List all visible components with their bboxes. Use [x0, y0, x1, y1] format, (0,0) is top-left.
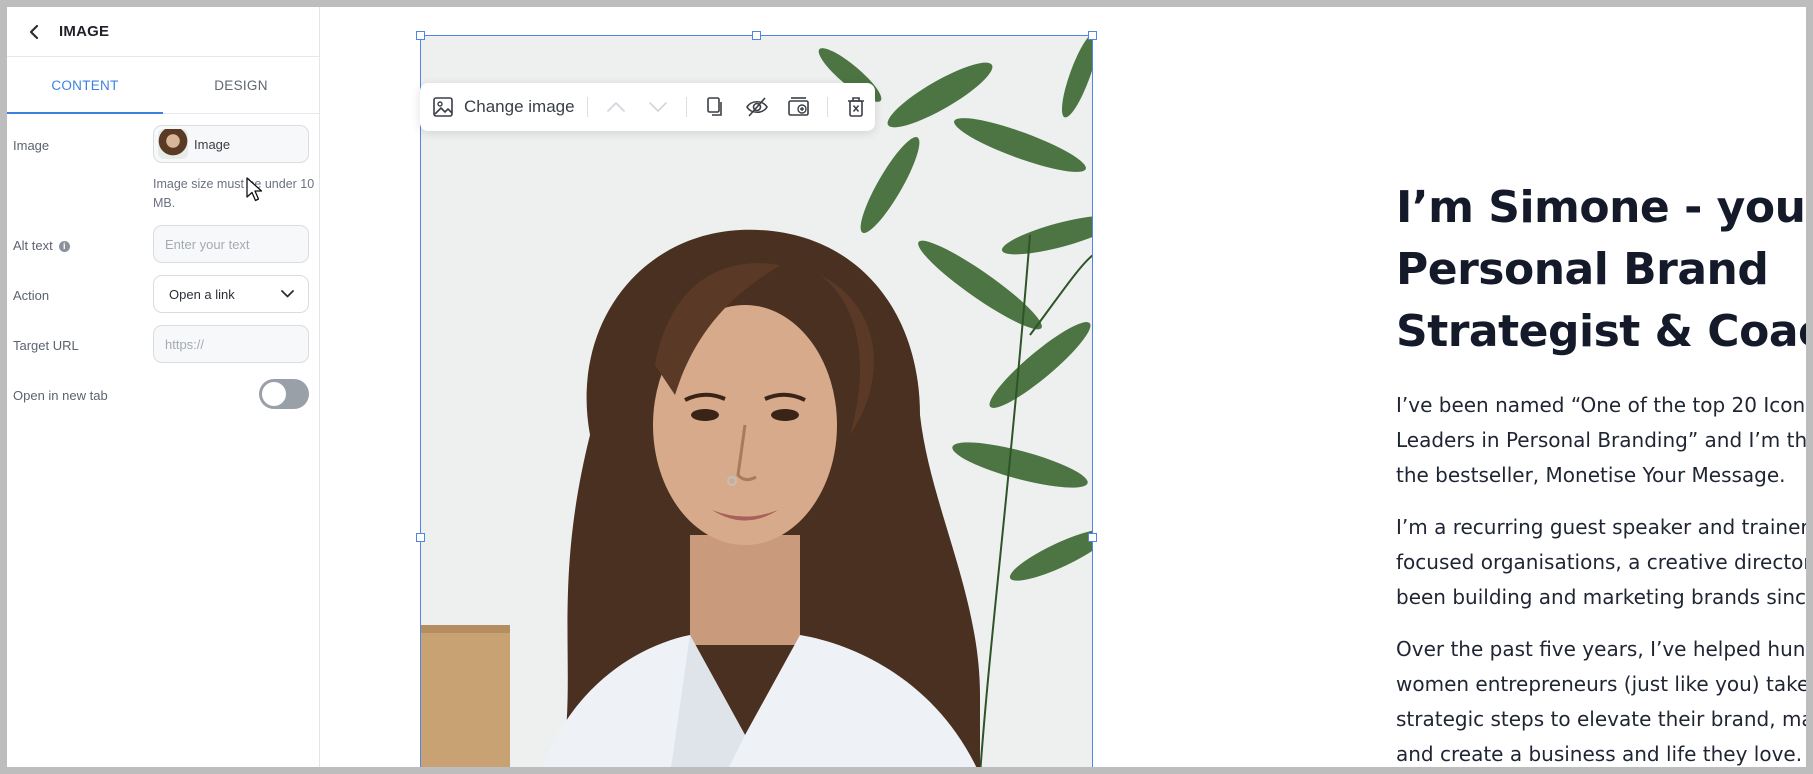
move-up-icon[interactable] [600, 91, 632, 123]
chevron-down-icon [281, 290, 294, 298]
alt-text-label: Alt text [13, 238, 53, 253]
toolbar-divider [586, 97, 588, 117]
settings-sidebar: IMAGE CONTENT DESIGN Image Image Image s… [7, 7, 320, 767]
hero-heading[interactable]: I’m Simone - your Personal Brand Strateg… [1396, 177, 1806, 363]
back-arrow-icon[interactable] [23, 21, 45, 43]
resize-handle-top-center[interactable] [752, 31, 761, 40]
action-label: Action [13, 288, 50, 303]
resize-handle-top-right[interactable] [1088, 31, 1097, 40]
resize-handle-middle-left[interactable] [416, 533, 425, 542]
action-select-value: Open a link [169, 286, 235, 302]
target-url-input[interactable]: https:// [153, 325, 309, 363]
image-thumbnail [158, 129, 188, 159]
add-section-icon[interactable] [783, 91, 815, 123]
image-label: Image [13, 138, 50, 153]
image-size-hint: Image size must be under 10 MB. [153, 177, 315, 210]
image-toolbar: Change image [420, 83, 875, 131]
alt-text-input[interactable]: Enter your text [153, 225, 309, 263]
delete-icon[interactable] [840, 91, 872, 123]
hide-icon[interactable] [741, 91, 773, 123]
portrait-illustration [420, 35, 1093, 767]
bio-paragraph-2[interactable]: I’m a recurring guest speaker and traine… [1396, 510, 1806, 615]
target-url-label: Target URL [13, 338, 79, 353]
tab-design[interactable]: DESIGN [163, 57, 319, 113]
alt-text-label-row: Alt text i [13, 238, 70, 253]
page-canvas: Change image I’m Simone - you Personal B… [320, 7, 1806, 767]
bio-paragraph-1[interactable]: I’ve been named “One of the top 20 Iconi… [1396, 388, 1806, 493]
image-icon [433, 97, 453, 117]
change-image-label: Change image [464, 97, 575, 116]
move-down-icon[interactable] [642, 91, 674, 123]
duplicate-icon[interactable] [699, 91, 731, 123]
resize-handle-middle-right[interactable] [1088, 533, 1097, 542]
new-tab-label: Open in new tab [13, 388, 108, 403]
panel-tabs: CONTENT DESIGN [7, 57, 319, 114]
bio-paragraph-3[interactable]: Over the past five years, I’ve helped hu… [1396, 632, 1806, 767]
resize-handle-top-left[interactable] [416, 31, 425, 40]
image-field-value: Image [194, 136, 231, 152]
change-image-button[interactable]: Change image [432, 96, 575, 118]
toggle-knob [262, 382, 286, 406]
tab-content[interactable]: CONTENT [7, 57, 163, 114]
toolbar-divider [826, 97, 828, 117]
image-picker[interactable]: Image [153, 125, 309, 163]
hero-image[interactable] [420, 35, 1093, 767]
toolbar-divider [685, 97, 687, 117]
editor-window: IMAGE CONTENT DESIGN Image Image Image s… [7, 7, 1806, 767]
panel-title: IMAGE [59, 23, 110, 40]
mouse-cursor-icon [246, 177, 263, 202]
new-tab-toggle[interactable] [259, 379, 309, 409]
action-select[interactable]: Open a link [153, 275, 309, 313]
info-icon[interactable]: i [58, 240, 70, 252]
sidebar-header: IMAGE [7, 7, 319, 57]
